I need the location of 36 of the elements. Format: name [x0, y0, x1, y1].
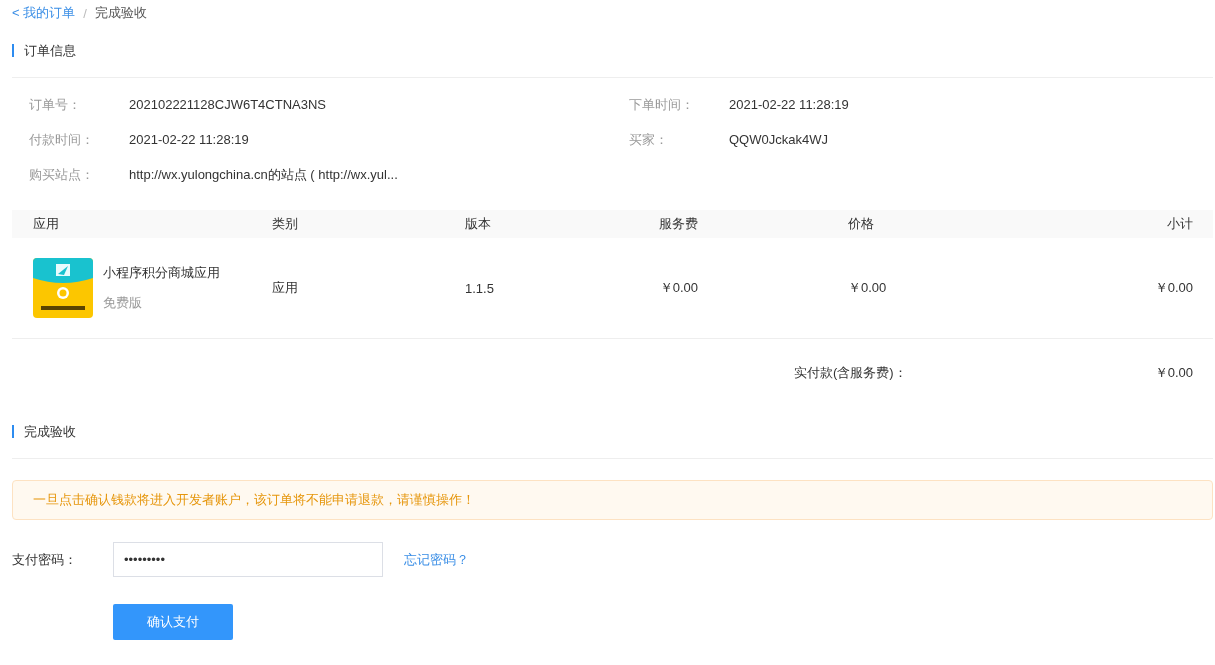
breadcrumb-current: 完成验收: [94, 4, 147, 22]
column-header: 小计: [1166, 215, 1193, 233]
total-label: 实付款(含服务费)：: [794, 364, 907, 382]
table-cell-text: 应用: [272, 279, 299, 297]
section-title: 订单信息: [12, 44, 76, 57]
table-cell-text: ￥0.00: [1153, 279, 1193, 297]
field-value: 202102221128CJW6T4CTNA3NS: [129, 97, 327, 112]
field-label: 订单号：: [29, 95, 82, 114]
forgot-password-link[interactable]: 忘记密码？: [404, 550, 469, 569]
total-value: ￥0.00: [1154, 364, 1193, 382]
column-header: 服务费: [658, 215, 698, 233]
field-label: 购买站点：: [29, 165, 95, 184]
table-cell-text: ￥0.00: [848, 279, 888, 297]
warning-alert: 一旦点击确认钱款将进入开发者账户，该订单将不能申请退款，请谨慎操作！: [12, 480, 1213, 520]
column-header: 类别: [272, 215, 299, 233]
breadcrumb-link[interactable]: < 我的订单: [12, 4, 76, 22]
app-name: 小程序积分商城应用: [103, 264, 220, 282]
column-header: 版本: [465, 215, 492, 233]
field-label: 下单时间：: [629, 95, 695, 114]
app-edition: 免费版: [103, 294, 143, 312]
column-header: 应用: [33, 215, 60, 233]
table-cell-text: 1.1.5: [465, 280, 495, 296]
field-label: 买家：: [629, 130, 669, 149]
confirm-pay-button[interactable]: 确认支付: [113, 604, 233, 640]
field-value: 2021-02-22 11:28:19: [129, 132, 249, 147]
table-cell-text: ￥0.00: [658, 279, 698, 297]
password-label: 支付密码：: [12, 550, 78, 569]
app-logo-icon: [33, 258, 93, 318]
field-label: 付款时间：: [29, 130, 95, 149]
column-header: 价格: [848, 215, 875, 233]
password-field[interactable]: •••••••••: [113, 542, 383, 577]
field-value: 2021-02-22 11:28:19: [729, 97, 849, 112]
field-value: QQW0Jckak4WJ: [729, 132, 828, 147]
field-value: http://wx.yulongchina.cn的站点 ( http://wx.yul...: [129, 165, 398, 184]
breadcrumb-separator: /: [83, 5, 87, 21]
section-title: 完成验收: [12, 425, 76, 438]
